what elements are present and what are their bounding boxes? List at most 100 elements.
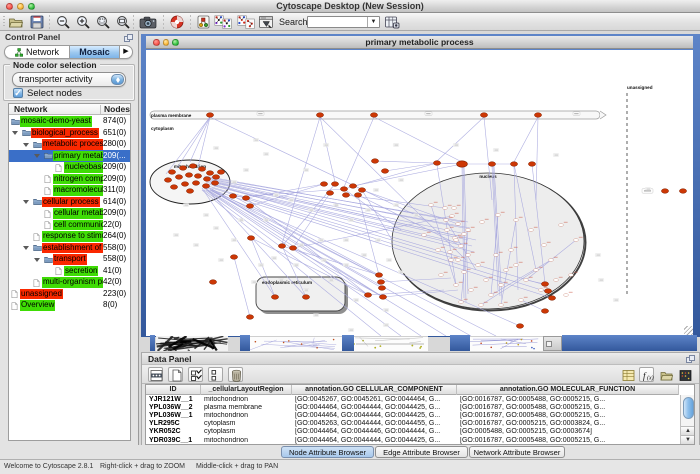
table-cell[interactable]: YDR039C__1	[146, 437, 201, 445]
network-node[interactable]	[289, 246, 296, 251]
tree-row-label[interactable]: mosaic-demo-yeast	[20, 116, 92, 127]
nucleus-node[interactable]	[489, 294, 494, 297]
help-lifesaver-icon[interactable]	[169, 15, 185, 29]
tree-row-label[interactable]: cell communicat	[53, 220, 103, 231]
nucleus-node[interactable]	[574, 239, 579, 242]
network-node[interactable]	[189, 164, 196, 169]
nucleus-node[interactable]	[476, 264, 481, 267]
minimize-window-icon[interactable]	[163, 39, 170, 46]
table-cell[interactable]: YJR121W__1	[146, 396, 201, 404]
network-node[interactable]	[203, 177, 210, 182]
table-cell[interactable]: [GO:0016787, GO:0005215, GO:0003824, G..…	[457, 420, 679, 428]
tree-row-label[interactable]: transport	[53, 254, 87, 265]
column-header[interactable]: annotation.GO CELLULAR_COMPONENT	[292, 385, 457, 395]
tree-row[interactable]: metabolic process280(0)	[9, 139, 130, 151]
network-node[interactable]	[246, 315, 253, 320]
tab-edge-attribute-browser[interactable]: Edge Attribute Browser	[375, 446, 468, 458]
table-cell[interactable]: plasma membrane	[201, 404, 292, 412]
nucleus-node[interactable]	[514, 219, 519, 222]
network-node[interactable]	[510, 162, 517, 167]
nucleus-node[interactable]	[542, 244, 547, 247]
tree-row-label[interactable]: multi-organism pro	[42, 277, 103, 288]
nucleus-node[interactable]	[436, 249, 441, 252]
expander-icon[interactable]	[34, 258, 40, 262]
nucleus-node[interactable]	[445, 229, 450, 232]
nucleus-node[interactable]	[529, 229, 534, 232]
tree-row-label[interactable]: metabolic process	[42, 139, 103, 150]
tree-row[interactable]: cell communicat22(0)	[9, 219, 130, 231]
tab-network-attribute-browser[interactable]: Network Attribute Browser	[469, 446, 565, 458]
network-node[interactable]	[179, 166, 186, 171]
zoom-selected-icon[interactable]	[95, 15, 111, 29]
network-node[interactable]	[480, 113, 487, 118]
network-node[interactable]	[209, 280, 216, 285]
snapshot-camera-icon[interactable]	[139, 15, 157, 29]
expander-icon[interactable]	[12, 131, 18, 135]
network-node[interactable]	[331, 182, 338, 187]
float-panel-icon[interactable]	[686, 355, 695, 363]
nucleus-node[interactable]	[459, 245, 464, 248]
select-attributes-icon[interactable]	[148, 367, 163, 382]
network-node[interactable]	[377, 280, 384, 285]
nucleus-node[interactable]	[422, 234, 427, 237]
close-window-icon[interactable]	[6, 3, 13, 10]
table-cell[interactable]: [GO:0044464, GO:0044444, GO:0044425, G..…	[292, 437, 457, 445]
network-node[interactable]	[185, 173, 192, 178]
network-node[interactable]	[302, 295, 309, 300]
network-node[interactable]	[358, 188, 365, 193]
tree-row-label[interactable]: nitrogen compo	[53, 174, 103, 185]
table-cell[interactable]: mitochondrion	[201, 412, 292, 420]
table-cell[interactable]: [GO:0016787, GO:0005488, GO:0005215, G..…	[457, 412, 679, 420]
network-node[interactable]	[206, 113, 213, 118]
scrollbar-down-icon[interactable]: ▼	[681, 435, 695, 444]
tree-row-label[interactable]: macromolecule	[53, 185, 103, 196]
nucleus-node[interactable]	[509, 249, 514, 252]
tree-row[interactable]: cellular process614(0)	[9, 196, 130, 208]
network-node[interactable]	[175, 175, 182, 180]
nucleus-node[interactable]	[469, 289, 474, 292]
import-attributes-icon[interactable]	[658, 367, 673, 382]
network-node[interactable]	[186, 189, 193, 194]
nucleus-node[interactable]	[449, 259, 454, 262]
nucleus-node[interactable]	[466, 229, 471, 232]
nucleus-node[interactable]	[452, 207, 457, 210]
attribute-matrix-icon[interactable]	[620, 367, 635, 382]
tree-row[interactable]: multi-organism pro42(0)	[9, 277, 130, 289]
network-node[interactable]	[271, 295, 278, 300]
column-header[interactable]: ID	[146, 385, 201, 395]
network-node[interactable]	[679, 189, 686, 194]
nucleus-node[interactable]	[444, 219, 449, 222]
tab-mosaic[interactable]: Mosaic	[69, 46, 120, 58]
table-row[interactable]: YJR121W__1mitochondrion[GO:0045267, GO:0…	[146, 396, 679, 404]
table-scrollbar[interactable]: ▲ ▼	[680, 395, 695, 445]
expander-icon[interactable]	[23, 200, 29, 204]
scrollbar-up-icon[interactable]: ▲	[681, 426, 695, 435]
vizmapper-window-icon[interactable]	[258, 15, 274, 29]
nucleus-node[interactable]	[564, 294, 569, 297]
merge-networks-icon[interactable]	[214, 15, 232, 29]
network-node[interactable]	[247, 236, 254, 241]
nucleus-node[interactable]	[479, 304, 484, 307]
tab-node-attribute-browser[interactable]: Node Attribute Browser	[281, 446, 374, 458]
network-node[interactable]	[202, 184, 209, 189]
nucleus-node[interactable]	[499, 284, 504, 287]
expander-icon[interactable]	[23, 246, 29, 250]
nucleus-compartment[interactable]	[392, 173, 584, 309]
table-cell[interactable]: YPL036W__1	[146, 412, 201, 420]
tree-header-network[interactable]: Network	[14, 104, 48, 115]
table-cell[interactable]: cytoplasm	[201, 428, 292, 436]
table-cell[interactable]: cytoplasm	[201, 420, 292, 428]
network-node[interactable]	[326, 191, 333, 196]
table-cell[interactable]: mitochondrion	[201, 396, 292, 404]
open-folder-icon[interactable]	[8, 15, 24, 29]
network-node[interactable]	[457, 161, 468, 167]
tree-row[interactable]: primary metabo209(...	[9, 150, 130, 162]
network-node[interactable]	[206, 171, 213, 176]
tree-row-label[interactable]: unassigned	[20, 289, 63, 300]
tree-row[interactable]: biological_process651(0)	[9, 127, 130, 139]
nucleus-node[interactable]	[499, 304, 504, 307]
nucleus-node[interactable]	[496, 214, 501, 217]
table-cell[interactable]: [GO:0016787, GO:0005488, GO:0005215, G..…	[457, 437, 679, 445]
window-resize-grip[interactable]	[684, 326, 693, 335]
table-cell[interactable]: [GO:0044464, GO:0044446, GO:0044444, G..…	[292, 428, 457, 436]
